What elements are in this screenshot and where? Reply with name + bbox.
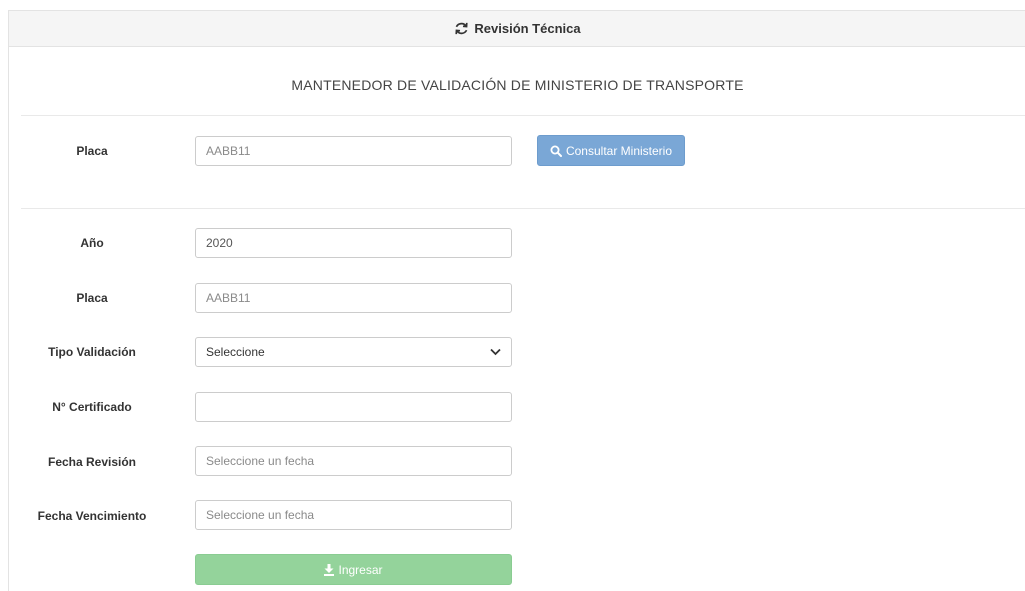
revision-tecnica-panel: Revisión Técnica MANTENEDOR DE VALIDACIÓ… bbox=[8, 10, 1025, 591]
anio-label: Año bbox=[80, 236, 104, 250]
search-icon bbox=[550, 145, 562, 157]
fecha-vencimiento-input[interactable] bbox=[195, 500, 512, 530]
fecha-vencimiento-label: Fecha Vencimiento bbox=[37, 509, 147, 523]
tipo-validacion-select[interactable]: Seleccione bbox=[195, 337, 512, 367]
certificado-input[interactable] bbox=[195, 392, 512, 422]
search-placa-input[interactable] bbox=[195, 136, 512, 166]
anio-input[interactable] bbox=[195, 228, 512, 258]
ingresar-button[interactable]: Ingresar bbox=[195, 554, 512, 585]
tipo-validacion-label: Tipo Validación bbox=[48, 345, 136, 359]
tipo-validacion-selected: Seleccione bbox=[206, 345, 265, 359]
consultar-ministerio-button[interactable]: Consultar Ministerio bbox=[537, 135, 685, 166]
fecha-revision-label: Fecha Revisión bbox=[47, 455, 137, 469]
refresh-icon bbox=[454, 21, 469, 36]
ingresar-label: Ingresar bbox=[338, 562, 383, 577]
search-placa-label: Placa bbox=[76, 144, 108, 158]
fecha-revision-input[interactable] bbox=[195, 446, 512, 476]
download-icon bbox=[324, 563, 335, 576]
placa-input[interactable] bbox=[195, 283, 512, 313]
consultar-ministerio-label: Consultar Ministerio bbox=[565, 143, 673, 158]
divider bbox=[21, 208, 1025, 209]
divider bbox=[21, 115, 1025, 116]
page-subtitle: MANTENEDOR DE VALIDACIÓN DE MINISTERIO D… bbox=[291, 77, 744, 93]
certificado-label: N° Certificado bbox=[52, 400, 132, 414]
chevron-down-icon bbox=[490, 348, 501, 356]
panel-heading: Revisión Técnica bbox=[9, 11, 1025, 47]
panel-title: Revisión Técnica bbox=[474, 21, 581, 36]
placa-label: Placa bbox=[76, 291, 108, 305]
